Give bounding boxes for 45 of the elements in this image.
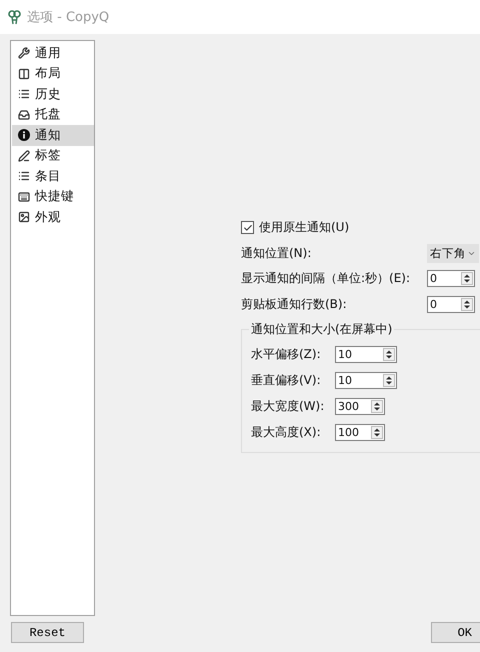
field-label: 水平偏移(Z):: [251, 346, 322, 364]
columns-icon: [18, 68, 30, 80]
spin-field[interactable]: 0: [427, 270, 475, 287]
field-label: 显示通知的间隔（单位:秒）(E):: [241, 270, 412, 287]
spin-arrows-icon[interactable]: [383, 374, 395, 388]
spin-field[interactable]: 10: [335, 346, 397, 364]
spin-arrows-icon[interactable]: [461, 272, 473, 285]
spin-field[interactable]: 100: [335, 424, 385, 442]
sidebar-item[interactable]: 通用: [12, 43, 94, 64]
sidebar-item[interactable]: 条目: [12, 166, 94, 186]
field-label: 最大宽度(W):: [251, 398, 326, 416]
keyboard-icon: [18, 190, 30, 203]
field-label: 剪贴板通知行数(B):: [241, 296, 348, 312]
ok-button[interactable]: OK: [431, 622, 480, 643]
spin-field[interactable]: 300: [335, 398, 385, 416]
spin-arrows-icon[interactable]: [371, 426, 383, 440]
check-icon: [242, 222, 252, 233]
sidebar-item[interactable]: 历史: [12, 84, 94, 104]
image-icon: [18, 211, 30, 224]
spin-arrows-icon[interactable]: [383, 348, 395, 362]
group-title: 通知位置和大小(在屏幕中): [250, 320, 394, 338]
sidebar-item[interactable]: 通知: [12, 125, 94, 146]
field-label: 通知位置(N):: [241, 244, 312, 262]
reset-button[interactable]: Reset: [11, 622, 84, 643]
sidebar-item[interactable]: 布局: [12, 64, 94, 84]
sidebar-item[interactable]: 快捷键: [12, 186, 94, 207]
window-title: 选项 - CopyQ: [27, 9, 110, 26]
spin-field[interactable]: 0: [427, 296, 475, 312]
list-icon: [18, 170, 30, 182]
spin-arrows-icon[interactable]: [371, 400, 383, 414]
spin-arrows-icon[interactable]: [461, 298, 473, 310]
sidebar-item[interactable]: 托盘: [12, 104, 94, 125]
field-label: 垂直偏移(V):: [251, 372, 322, 390]
wrench-icon: [18, 47, 30, 60]
sidebar-item[interactable]: 标签: [12, 146, 94, 166]
sidebar-item[interactable]: 外观: [12, 207, 94, 228]
position-dropdown[interactable]: 右下角: [427, 244, 479, 262]
app-logo-icon: [8, 10, 21, 24]
spin-field[interactable]: 10: [335, 372, 397, 390]
info-icon: [18, 129, 30, 142]
list-icon: [18, 88, 30, 100]
pen-icon: [18, 150, 30, 162]
native-notification-checkbox[interactable]: 使用原生通知(U): [241, 215, 480, 240]
field-label: 最大高度(X):: [251, 424, 322, 442]
tray-icon: [18, 108, 30, 121]
